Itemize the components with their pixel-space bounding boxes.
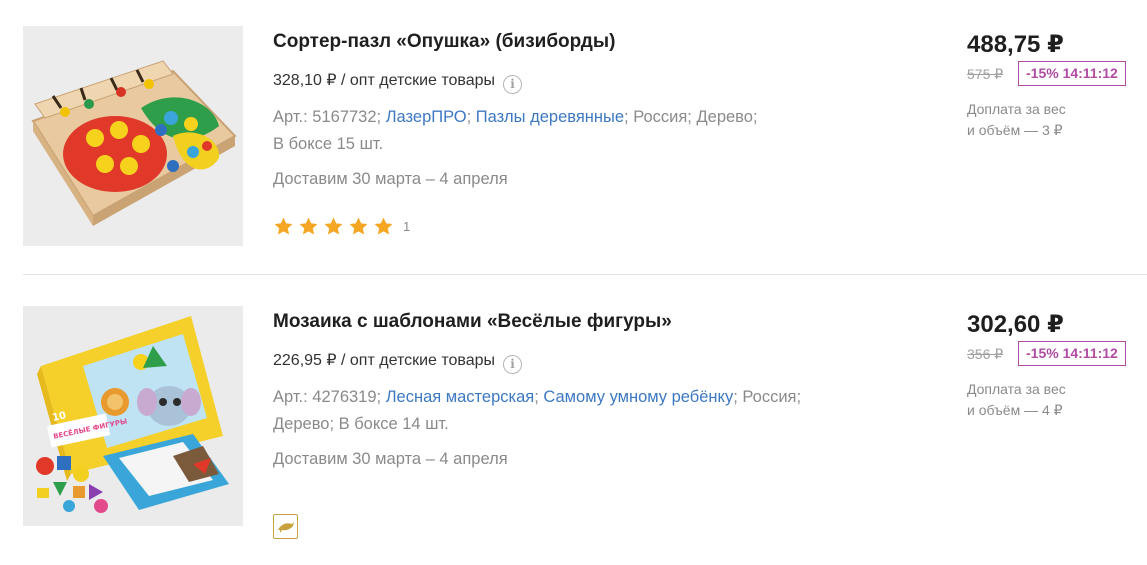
weight-surcharge: Доплата за вес и объём — 3 ₽ [967,99,1117,141]
attr-separator: ; [466,108,472,126]
product-title[interactable]: Сортер-пазл «Опушка» (бизиборды) [273,31,615,53]
category-link[interactable]: Самому умному ребёнку [543,388,733,406]
article-number: Арт.: 4276319; [273,388,382,406]
brand-link[interactable]: Лесная мастерская [386,388,535,406]
product-image[interactable] [23,26,243,246]
product-attributes: Арт.: 4276319; Лесная мастерская; Самому… [273,384,873,438]
surcharge-line: Доплата за вес [967,381,1066,397]
wholesale-price-text: 226,95 ₽ / опт детские товары [273,352,496,369]
product-divider [23,274,1147,275]
product-title[interactable]: Мозаика с шаблонами «Весёлые фигуры» [273,311,672,333]
wholesale-price-text: 328,10 ₽ / опт детские товары [273,72,496,89]
mosaic-box-photo: ВЕСЁЛЫЕ ФИГУРЫ 10 [23,306,243,526]
surcharge-amount: и объём — 4 ₽ [967,402,1063,418]
brand-link[interactable]: ЛазерПРО [386,108,467,126]
rating-stars[interactable]: 1 [273,216,410,237]
surcharge-line: Доплата за вес [967,101,1066,117]
product-card: ВЕСЁЛЫЕ ФИГУРЫ 10 Мозаика с шаблонами «В… [0,280,1147,539]
old-price: 356 ₽ [967,346,1004,362]
product-card: Сортер-пазл «Опушка» (бизиборды) 328,10 … [0,0,1147,250]
dolphin-glyph [277,521,294,533]
info-icon[interactable]: i [503,75,523,94]
surcharge-amount: и объём — 3 ₽ [967,122,1063,138]
wholesale-price: 226,95 ₽ / опт детские товары i [273,350,523,374]
old-price: 575 ₽ [967,66,1004,82]
review-count[interactable]: 1 [403,219,410,234]
category-link[interactable]: Пазлы деревянные [476,108,624,126]
star-icon [324,217,343,235]
discount-timer-badge: -15% 14:11:12 [1018,61,1126,86]
star-icon [299,217,318,235]
current-price: 302,60 ₽ [967,311,1064,338]
dolphin-icon[interactable] [273,514,298,539]
attr-box-quantity: В боксе 15 шт. [273,135,384,153]
attr-separator: ; [534,388,539,406]
info-icon[interactable]: i [503,355,523,374]
product-attributes: Арт.: 5167732; ЛазерПРО; Пазлы деревянны… [273,104,873,158]
current-price: 488,75 ₽ [967,31,1064,58]
wooden-sorter-photo [23,26,243,246]
attr-origin: ; Россия; [733,388,802,406]
delivery-dates: Доставим 30 марта – 4 апреля [273,170,508,188]
star-icon [349,217,368,235]
product-image[interactable]: ВЕСЁЛЫЕ ФИГУРЫ 10 [23,306,243,526]
attr-origin-material: ; Россия; Дерево; [624,108,758,126]
weight-surcharge: Доплата за вес и объём — 4 ₽ [967,379,1117,421]
attr-material-quantity: Дерево; В боксе 14 шт. [273,415,449,433]
article-number: Арт.: 5167732; [273,108,382,126]
star-icon [274,217,293,235]
star-icon [374,217,393,235]
delivery-dates: Доставим 30 марта – 4 апреля [273,450,508,468]
wholesale-price: 328,10 ₽ / опт детские товары i [273,70,523,94]
discount-timer-badge: -15% 14:11:12 [1018,341,1126,366]
